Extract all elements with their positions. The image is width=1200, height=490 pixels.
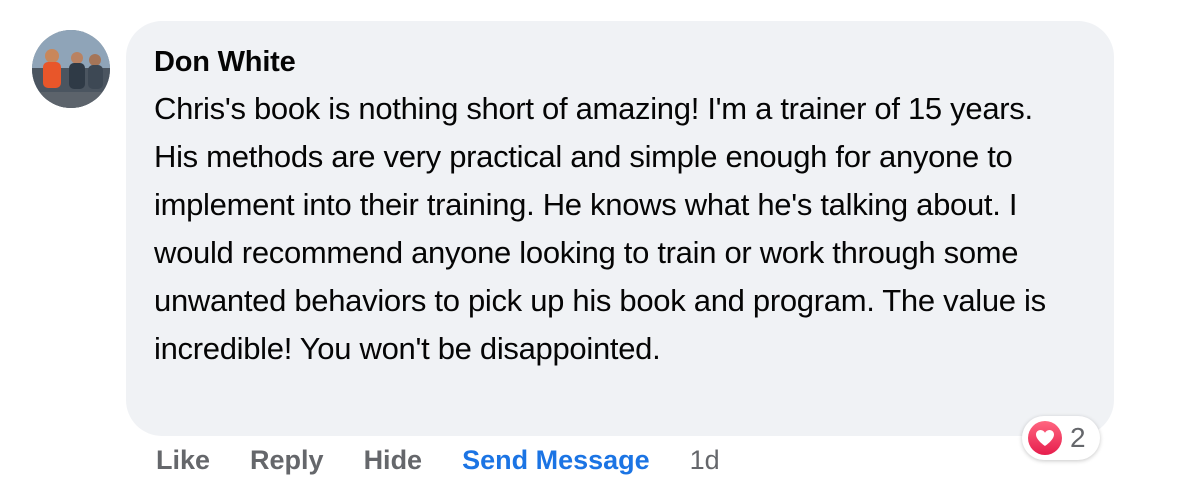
comment: Don White Chris's book is nothing short …	[0, 0, 1200, 490]
send-message-button[interactable]: Send Message	[462, 445, 650, 476]
hide-button[interactable]: Hide	[364, 445, 423, 476]
comment-text: Chris's book is nothing short of amazing…	[154, 91, 1046, 366]
like-button[interactable]: Like	[156, 445, 210, 476]
comment-author[interactable]: Don White	[154, 43, 1084, 81]
reaction-count: 2	[1070, 422, 1086, 453]
avatar-photo	[32, 30, 110, 108]
reply-button[interactable]: Reply	[250, 445, 324, 476]
love-heart-icon	[1028, 421, 1062, 455]
comment-actions: Like Reply Hide Send Message 1d	[156, 438, 720, 482]
timestamp[interactable]: 1d	[690, 445, 720, 476]
reaction-summary[interactable]: 2	[1022, 416, 1100, 460]
comment-bubble: Don White Chris's book is nothing short …	[126, 21, 1114, 436]
avatar[interactable]	[32, 30, 110, 108]
